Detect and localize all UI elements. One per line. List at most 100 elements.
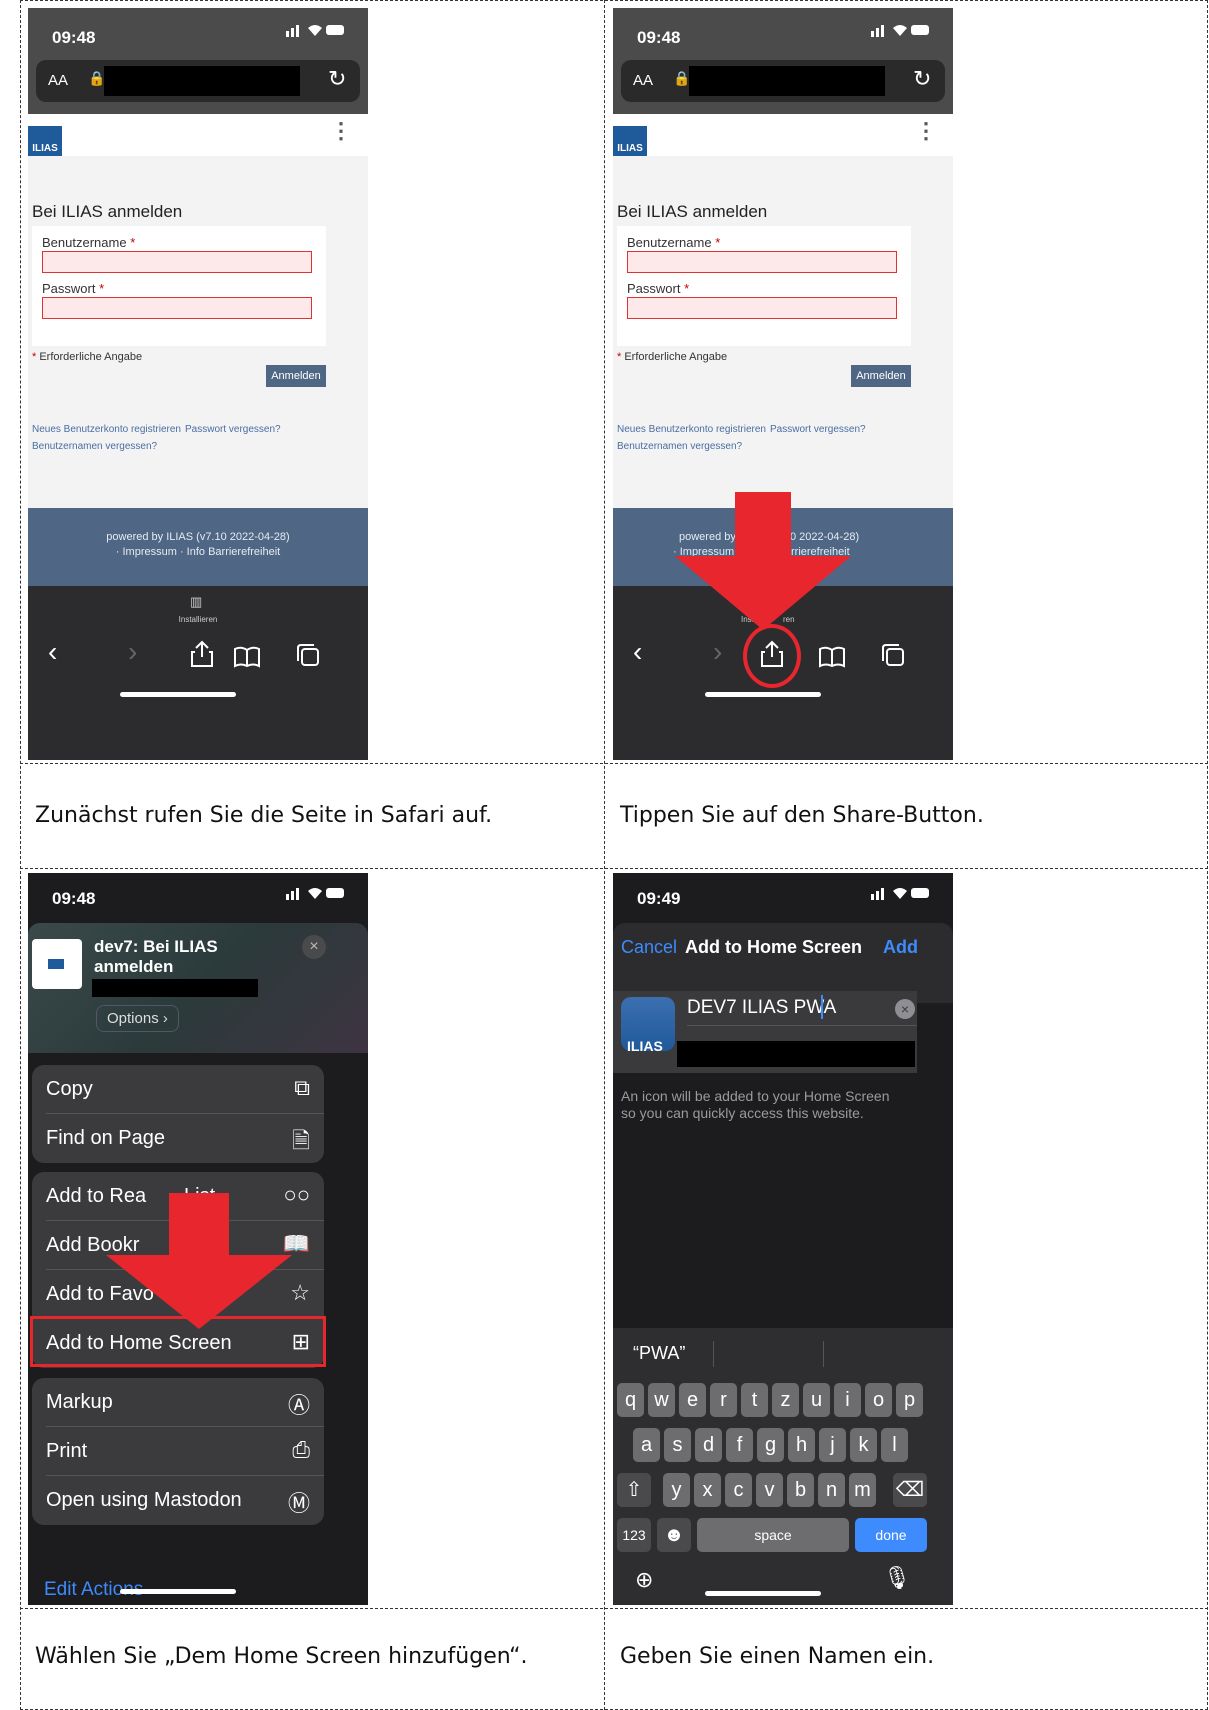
username-input[interactable] [42, 251, 312, 273]
menu-item-find-on-page[interactable]: Find on Page 🗎 [32, 1114, 324, 1162]
microphone-icon[interactable]: 🎙 [883, 1565, 911, 1591]
key-h[interactable]: h [788, 1428, 815, 1462]
close-icon[interactable]: × [302, 935, 326, 959]
key-g[interactable]: g [757, 1428, 784, 1462]
key-o[interactable]: o [865, 1383, 892, 1417]
key-e[interactable]: e [679, 1383, 706, 1417]
backspace-key[interactable]: ⌫ [893, 1473, 927, 1507]
find-on-page-icon: 🗎 [292, 1128, 310, 1153]
cancel-button[interactable]: Cancel [621, 937, 677, 958]
key-z[interactable]: z [772, 1383, 799, 1417]
ilias-logo[interactable]: ILIAS [28, 126, 62, 156]
key-w[interactable]: w [648, 1383, 675, 1417]
home-indicator [120, 1589, 236, 1594]
forgot-username-link[interactable]: Benutzernamen vergessen? [32, 441, 157, 452]
install-icon[interactable]: ▥ [190, 594, 202, 610]
lock-icon: 🔒 [88, 70, 106, 86]
menu-item-markup[interactable]: Markup Ⓐ [32, 1378, 324, 1426]
reload-icon[interactable]: ↻ [328, 66, 346, 92]
add-button[interactable]: Add [883, 937, 918, 958]
grid-line-middle [604, 0, 605, 1710]
username-input[interactable] [627, 251, 897, 273]
forward-icon[interactable]: › [128, 636, 137, 668]
password-input[interactable] [42, 297, 312, 319]
red-arrow-down [673, 492, 853, 637]
footer-links[interactable]: · Impressum · Info Barrierefreiheit [28, 546, 368, 558]
key-n[interactable]: n [818, 1473, 845, 1507]
forgot-username-link[interactable]: Benutzernamen vergessen? [617, 441, 742, 452]
key-c[interactable]: c [725, 1473, 752, 1507]
bookmarks-icon[interactable] [818, 643, 846, 675]
required-note: * Erforderliche Angabe [617, 351, 728, 363]
menu-item-open-mastodon[interactable]: Open using Mastodon Ⓜ [32, 1476, 324, 1524]
key-m[interactable]: m [849, 1473, 876, 1507]
pwa-icon-label: ILIAS [627, 1038, 663, 1054]
grid-line-right [1207, 0, 1208, 1710]
ilias-logo[interactable]: ILIAS [613, 126, 647, 156]
options-button[interactable]: Options › [96, 1005, 179, 1032]
phone-screenshot-share-sheet: 09:48 dev7: Bei ILIAS anmelden Options ›… [28, 873, 368, 1605]
numbers-key[interactable]: 123 [617, 1518, 651, 1552]
key-v[interactable]: v [756, 1473, 783, 1507]
phone-screenshot-share-button: 09:48 AA 🔒 ↻ ILIAS ⋮ Bei ILIAS anmelden … [613, 8, 953, 760]
key-t[interactable]: t [741, 1383, 768, 1417]
forgot-password-link[interactable]: Passwort vergessen? [185, 424, 281, 435]
key-p[interactable]: p [896, 1383, 923, 1417]
description-text: An icon will be added to your Home Scree… [621, 1088, 890, 1121]
menu-group-1: Copy ⧉ Find on Page 🗎 [32, 1065, 324, 1163]
space-key[interactable]: space [697, 1518, 849, 1552]
register-link[interactable]: Neues Benutzerkonto registrieren [32, 424, 181, 435]
status-time: 09:48 [52, 28, 96, 47]
login-title: Bei ILIAS anmelden [32, 202, 183, 221]
shift-key[interactable]: ⇧ [617, 1473, 651, 1507]
more-menu-icon[interactable]: ⋮ [915, 118, 937, 144]
key-f[interactable]: f [726, 1428, 753, 1462]
print-icon: ⎙ [292, 1437, 310, 1462]
text-size-button[interactable]: AA [48, 72, 68, 89]
red-arrow-down [104, 1193, 294, 1336]
clear-text-icon[interactable]: × [895, 999, 915, 1019]
suggestion-pwa[interactable]: “PWA” [633, 1343, 685, 1364]
install-label[interactable]: Installieren [28, 615, 368, 624]
key-q[interactable]: q [617, 1383, 644, 1417]
name-input[interactable]: DEV7 ILIAS PWA [687, 997, 836, 1019]
key-j[interactable]: j [819, 1428, 846, 1462]
password-input[interactable] [627, 297, 897, 319]
share-icon[interactable] [190, 640, 214, 675]
ilias-header [613, 114, 953, 156]
key-k[interactable]: k [850, 1428, 877, 1462]
globe-icon[interactable]: ⊕ [635, 1567, 653, 1593]
text-size-button[interactable]: AA [633, 72, 653, 89]
key-u[interactable]: u [803, 1383, 830, 1417]
key-l[interactable]: l [881, 1428, 908, 1462]
forward-icon[interactable]: › [713, 636, 722, 668]
emoji-key[interactable]: ☻ [657, 1518, 691, 1552]
key-s[interactable]: s [664, 1428, 691, 1462]
page-thumbnail [32, 939, 82, 989]
home-indicator [705, 692, 821, 697]
menu-item-print[interactable]: Print ⎙ [32, 1427, 324, 1475]
done-key[interactable]: done [855, 1518, 927, 1552]
key-a[interactable]: a [633, 1428, 660, 1462]
register-link[interactable]: Neues Benutzerkonto registrieren [617, 424, 766, 435]
tabs-icon[interactable] [881, 642, 905, 674]
signal-wifi-battery-icon [286, 22, 346, 38]
menu-item-copy[interactable]: Copy ⧉ [32, 1065, 324, 1113]
key-d[interactable]: d [695, 1428, 722, 1462]
forgot-password-link[interactable]: Passwort vergessen? [770, 424, 866, 435]
password-label: Passwort * [627, 281, 690, 296]
back-icon[interactable]: ‹ [48, 636, 57, 668]
key-y[interactable]: y [663, 1473, 690, 1507]
password-label: Passwort * [42, 281, 105, 296]
key-r[interactable]: r [710, 1383, 737, 1417]
reload-icon[interactable]: ↻ [913, 66, 931, 92]
login-button[interactable]: Anmelden [266, 365, 326, 387]
back-icon[interactable]: ‹ [633, 636, 642, 668]
key-i[interactable]: i [834, 1383, 861, 1417]
bookmarks-icon[interactable] [233, 643, 261, 675]
more-menu-icon[interactable]: ⋮ [330, 118, 352, 144]
tabs-icon[interactable] [296, 642, 320, 674]
key-x[interactable]: x [694, 1473, 721, 1507]
login-button[interactable]: Anmelden [851, 365, 911, 387]
key-b[interactable]: b [787, 1473, 814, 1507]
